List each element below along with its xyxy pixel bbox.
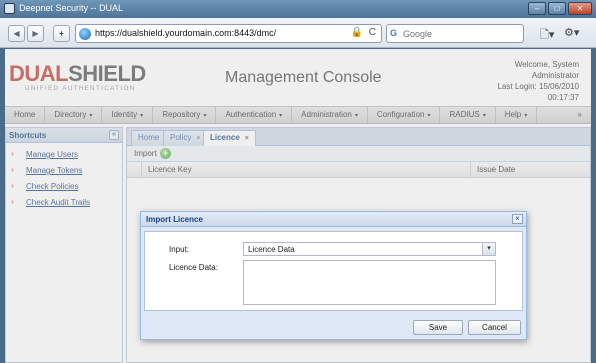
browser-window-icon <box>4 3 15 14</box>
page-menu-icon[interactable]: 🗋▾ <box>540 26 554 45</box>
input-type-value: Licence Data <box>248 245 295 254</box>
address-bar[interactable]: https://dualshield.yourdomain.com:8443/d… <box>75 24 382 43</box>
dialog-close-icon[interactable]: × <box>512 214 523 224</box>
search-input[interactable] <box>403 27 518 40</box>
minimize-button[interactable]: – <box>528 2 546 15</box>
reload-icon[interactable]: C <box>369 27 376 38</box>
licence-data-field[interactable] <box>243 260 496 305</box>
input-type-select[interactable]: Licence Data ▾ <box>243 242 496 256</box>
forward-button[interactable]: ▶ <box>27 25 44 42</box>
licence-data-label: Licence Data: <box>169 263 218 272</box>
window-titlebar: Deepnet Security -- DUAL – □ ✕ <box>0 0 596 18</box>
window-title: Deepnet Security -- DUAL <box>19 3 124 13</box>
maximize-button[interactable]: □ <box>548 2 566 15</box>
google-icon[interactable]: G <box>390 28 397 38</box>
save-button[interactable]: Save <box>413 320 463 335</box>
browser-toolbar: ◀ ▶ + https://dualshield.yourdomain.com:… <box>0 18 596 48</box>
address-url: https://dualshield.yourdomain.com:8443/d… <box>95 28 277 38</box>
dialog-form: Input: Licence Data ▾ Licence Data: <box>144 231 523 311</box>
lock-icon[interactable]: 🔒 <box>351 27 363 38</box>
input-label: Input: <box>169 245 190 254</box>
dialog-title: Import Licence <box>146 215 203 224</box>
globe-icon <box>79 28 91 40</box>
import-licence-dialog: Import Licence × Input: Licence Data ▾ L… <box>140 211 527 340</box>
search-bar[interactable]: G <box>386 24 524 43</box>
page-content: DUALSHIELD UNIFIED AUTHENTICATION Manage… <box>5 49 591 363</box>
window-controls: – □ ✕ <box>528 2 592 15</box>
tools-gear-icon[interactable]: ⚙▾ <box>564 26 579 39</box>
close-window-button[interactable]: ✕ <box>568 2 592 15</box>
new-tab-button[interactable]: + <box>53 25 70 42</box>
chevron-down-icon[interactable]: ▾ <box>482 243 495 255</box>
dialog-header: Import Licence × <box>141 212 526 227</box>
back-button[interactable]: ◀ <box>8 25 25 42</box>
cancel-button[interactable]: Cancel <box>468 320 521 335</box>
